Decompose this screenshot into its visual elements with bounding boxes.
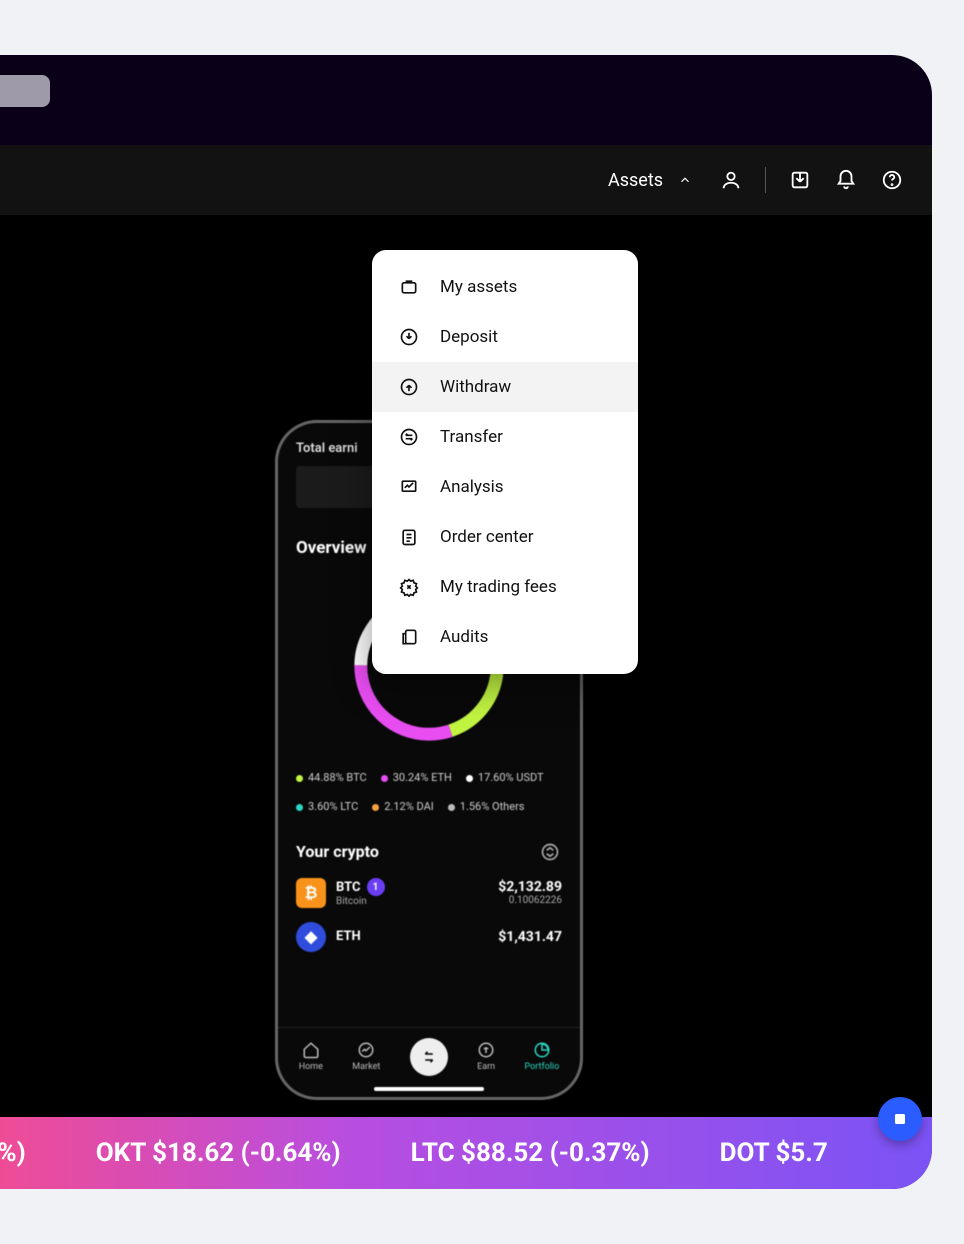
dropdown-item-label: Deposit bbox=[440, 327, 498, 347]
coin-quantity: 0.10062226 bbox=[498, 895, 562, 906]
dropdown-item-label: My trading fees bbox=[440, 577, 557, 597]
legend-item: 3.60% LTC bbox=[296, 797, 358, 818]
topbar-divider bbox=[765, 167, 766, 193]
nav-home[interactable]: Home bbox=[299, 1041, 323, 1072]
nav-portfolio[interactable]: Portfolio bbox=[525, 1041, 560, 1072]
chart-legend: 44.88% BTC 30.24% ETH 17.60% USDT 3.60% LTC… bbox=[296, 768, 562, 818]
dropdown-item-label: My assets bbox=[440, 277, 517, 297]
dropdown-item-order-center[interactable]: Order center bbox=[372, 512, 638, 562]
dropdown-item-my-trading-fees[interactable]: My trading fees bbox=[372, 562, 638, 612]
dropdown-item-my-assets[interactable]: My assets bbox=[372, 262, 638, 312]
crypto-row-btc[interactable]: ₿ BTC 1Bitcoin $2,132.890.10062226 bbox=[296, 878, 562, 908]
legend-item: 30.24% ETH bbox=[381, 768, 452, 789]
browser-window: Assets Total earni bbox=[0, 55, 932, 1189]
my-trading-fees-icon bbox=[398, 576, 420, 598]
dropdown-item-label: Order center bbox=[440, 527, 534, 547]
legend-item: 44.88% BTC bbox=[296, 768, 367, 789]
dropdown-item-label: Audits bbox=[440, 627, 488, 647]
swap-icon bbox=[420, 1048, 438, 1066]
ticker-item: .64%) bbox=[0, 1138, 26, 1168]
bell-icon[interactable] bbox=[834, 168, 858, 192]
chevron-up-icon bbox=[673, 168, 697, 192]
legend-item: 17.60% USDT bbox=[466, 768, 544, 789]
dropdown-item-withdraw[interactable]: Withdraw bbox=[372, 362, 638, 412]
deposit-icon bbox=[398, 326, 420, 348]
my-assets-icon bbox=[398, 276, 420, 298]
dropdown-item-transfer[interactable]: Transfer bbox=[372, 412, 638, 462]
btc-icon: ₿ bbox=[296, 878, 326, 908]
crypto-row-eth[interactable]: ◆ ETH $1,431.47 bbox=[296, 922, 562, 952]
coin-symbol: ETH bbox=[336, 929, 361, 944]
nav-trade[interactable] bbox=[410, 1038, 448, 1076]
earn-icon bbox=[477, 1041, 495, 1059]
legend-item: 2.12% DAI bbox=[372, 797, 434, 818]
assets-label: Assets bbox=[608, 170, 663, 191]
help-icon[interactable] bbox=[880, 168, 904, 192]
analysis-icon bbox=[398, 476, 420, 498]
home-icon bbox=[302, 1041, 320, 1059]
ticker-item: DOT $5.7 bbox=[720, 1138, 828, 1168]
nav-earn[interactable]: Earn bbox=[477, 1041, 495, 1072]
transfer-icon bbox=[398, 426, 420, 448]
home-indicator bbox=[374, 1087, 484, 1091]
dropdown-item-audits[interactable]: Audits bbox=[372, 612, 638, 662]
your-crypto-heading: Your crypto bbox=[296, 842, 379, 861]
nav-market[interactable]: Market bbox=[352, 1041, 380, 1072]
withdraw-icon bbox=[398, 376, 420, 398]
market-icon bbox=[357, 1041, 375, 1059]
order-center-icon bbox=[398, 526, 420, 548]
dropdown-item-analysis[interactable]: Analysis bbox=[372, 462, 638, 512]
eth-icon: ◆ bbox=[296, 922, 326, 952]
legend-item: 1.56% Others bbox=[448, 797, 525, 818]
audits-icon bbox=[398, 626, 420, 648]
coin-value: $1,431.47 bbox=[498, 929, 562, 945]
phone-bottom-nav: Home Market Earn Portfol bbox=[278, 1027, 580, 1097]
coin-badge: 1 bbox=[367, 878, 385, 896]
ticker-item: OKT $18.62 (-0.64%) bbox=[96, 1138, 341, 1168]
ticker-item: LTC $88.52 (-0.37%) bbox=[411, 1138, 650, 1168]
app-frame: Assets Total earni bbox=[0, 0, 964, 1244]
download-icon[interactable] bbox=[788, 168, 812, 192]
assets-menu-button[interactable]: Assets bbox=[608, 168, 697, 192]
dropdown-item-label: Transfer bbox=[440, 427, 503, 447]
coin-symbol: BTC bbox=[336, 880, 361, 895]
price-ticker: .64%) OKT $18.62 (-0.64%) LTC $88.52 (-0… bbox=[0, 1117, 932, 1189]
dropdown-item-label: Withdraw bbox=[440, 377, 511, 397]
chat-fab-icon[interactable] bbox=[878, 1097, 922, 1141]
dropdown-item-label: Analysis bbox=[440, 477, 504, 497]
browser-tab-stub[interactable] bbox=[0, 75, 50, 107]
coin-value: $2,132.89 bbox=[498, 879, 562, 895]
portfolio-icon bbox=[533, 1041, 551, 1059]
top-navbar: Assets bbox=[0, 145, 932, 215]
dropdown-item-deposit[interactable]: Deposit bbox=[372, 312, 638, 362]
assets-dropdown: My assets Deposit Withdraw Transfer Analysis… bbox=[372, 250, 638, 674]
user-icon[interactable] bbox=[719, 168, 743, 192]
sort-icon[interactable] bbox=[538, 840, 562, 864]
coin-name: Bitcoin bbox=[336, 896, 385, 907]
